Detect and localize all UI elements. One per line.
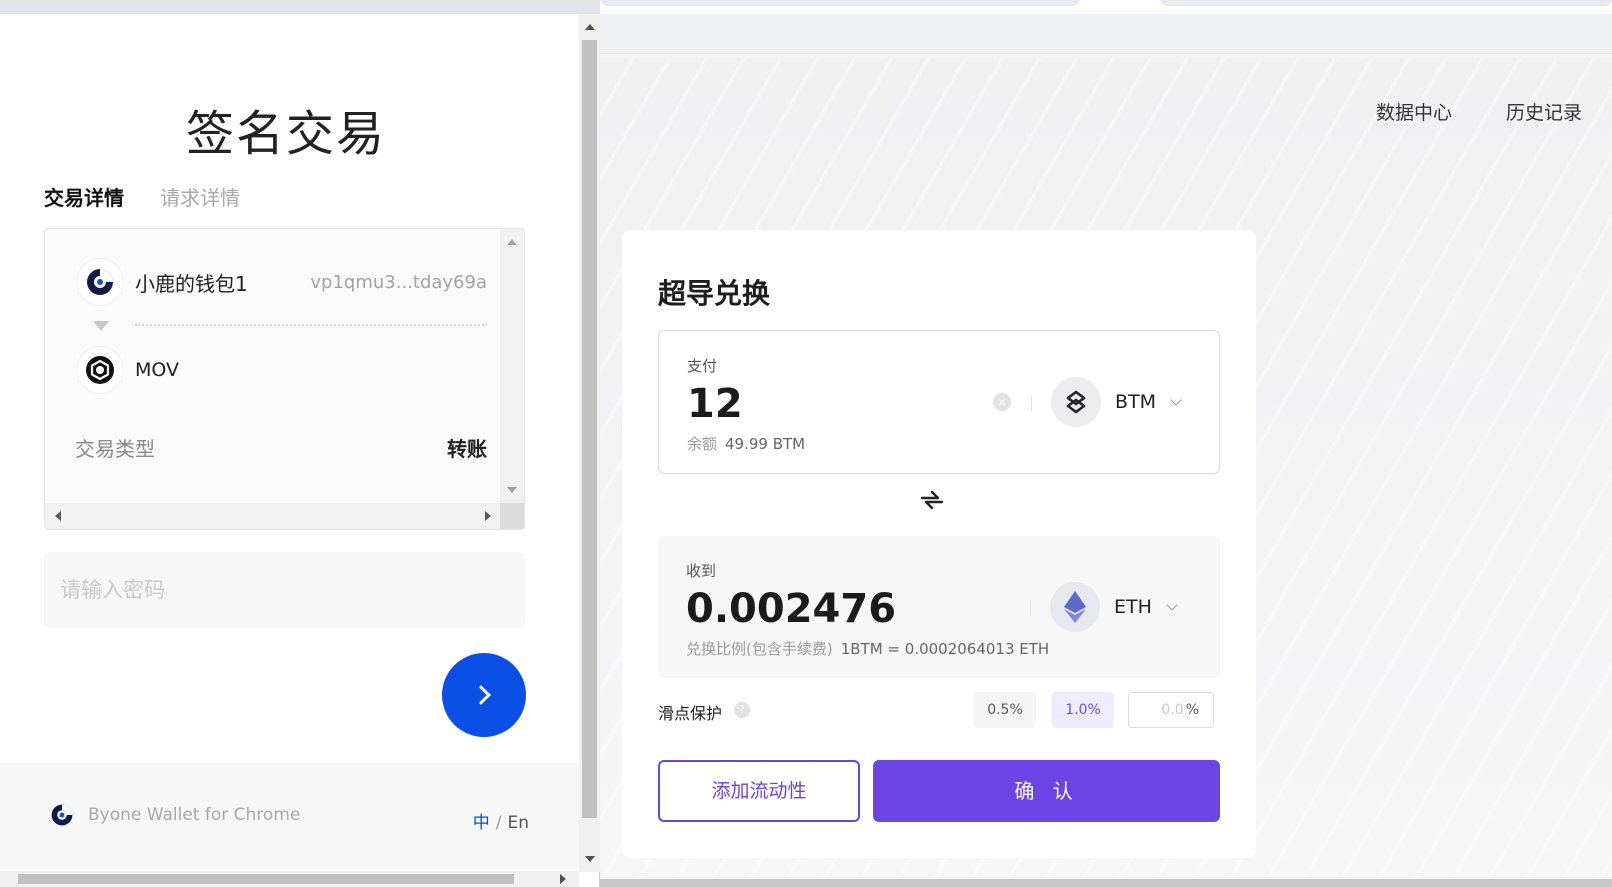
- chevron-down-icon: [1170, 394, 1182, 406]
- browser-toolbar: [600, 14, 1612, 54]
- tx-type-row: 交易类型 转账: [75, 433, 487, 462]
- divider: [1031, 395, 1032, 411]
- top-nav: 数据中心 历史记录: [1376, 98, 1582, 125]
- page-scrollbar[interactable]: [600, 879, 1612, 887]
- scroll-right-icon[interactable]: [560, 874, 566, 884]
- popup-scrollbar-vertical[interactable]: [579, 14, 600, 872]
- rate-label: 兑换比例(包含手续费): [686, 640, 833, 658]
- receive-token-selector[interactable]: ETH: [1050, 582, 1178, 632]
- nav-data-center[interactable]: 数据中心: [1376, 98, 1452, 125]
- tx-type-label: 交易类型: [75, 437, 155, 461]
- slippage-label: 滑点保护: [658, 704, 723, 723]
- receive-amount: 0.002476: [686, 586, 897, 632]
- rate-line: 兑换比例(包含手续费) 1BTM = 0.0002064013 ETH: [686, 638, 1049, 659]
- balance-label: 余额: [687, 435, 718, 453]
- slippage-custom-placeholder: 0.0: [1161, 702, 1184, 718]
- receive-box: 收到 0.002476 兑换比例(包含手续费) 1BTM = 0.00020640…: [658, 536, 1220, 678]
- pay-token-selector[interactable]: BTM: [1051, 377, 1182, 427]
- add-liquidity-button[interactable]: 添加流动性: [658, 760, 860, 822]
- byone-logo-icon: [51, 804, 73, 826]
- pay-amount-input[interactable]: 12: [687, 381, 743, 427]
- balance-value: 49.99 BTM: [725, 435, 806, 453]
- clear-icon[interactable]: ×: [993, 393, 1011, 411]
- nav-history[interactable]: 历史记录: [1506, 98, 1582, 125]
- rate-value: 1BTM = 0.0002064013 ETH: [840, 640, 1050, 658]
- scroll-down-icon[interactable]: [507, 487, 517, 493]
- browser-tab[interactable]: [600, 0, 1080, 6]
- popup-scrollbar-horizontal[interactable]: [0, 871, 579, 887]
- slippage-custom-unit: %: [1185, 702, 1199, 718]
- swap-title: 超导兑换: [658, 277, 771, 310]
- scroll-down-icon[interactable]: [585, 856, 595, 862]
- slippage-option-1-0[interactable]: 1.0%: [1052, 692, 1114, 728]
- btm-token-icon: [1051, 377, 1101, 427]
- lang-separator: /: [495, 813, 502, 833]
- confirm-button[interactable]: 确 认: [873, 760, 1220, 822]
- footer-text: Byone Wallet for Chrome: [88, 805, 301, 825]
- scroll-up-icon[interactable]: [585, 24, 595, 30]
- slippage-row: 滑点保护 ? 0.5% 1.0% 0.0%: [658, 692, 1220, 728]
- wallet-popup: 签名交易 交易详情 请求详情 小鹿的钱包1 vp1qmu3...tday69a: [0, 0, 600, 887]
- scroll-right-icon[interactable]: [485, 511, 491, 521]
- help-icon[interactable]: ?: [734, 702, 750, 718]
- asset-row: MOV: [77, 347, 179, 393]
- eth-token-icon: [1050, 582, 1100, 632]
- popup-footer: Byone Wallet for Chrome 中 / En: [0, 763, 579, 871]
- divider: [135, 324, 487, 326]
- browser-tab-strip: [600, 0, 1612, 14]
- asset-name: MOV: [135, 359, 180, 381]
- detail-scrollbar-vertical[interactable]: [500, 229, 524, 503]
- page-title: 签名交易: [185, 106, 386, 162]
- wallet-address: vp1qmu3...tday69a: [310, 271, 487, 293]
- scroll-left-icon[interactable]: [55, 511, 61, 521]
- arrow-down-icon: [93, 321, 109, 331]
- slippage-option-0-5[interactable]: 0.5%: [974, 692, 1036, 728]
- tab-transaction-details[interactable]: 交易详情: [44, 182, 124, 211]
- detail-scrollbar-horizontal[interactable]: [45, 503, 500, 529]
- from-wallet-row: 小鹿的钱包1 vp1qmu3...tday69a: [77, 259, 487, 305]
- scroll-up-icon[interactable]: [507, 239, 517, 245]
- tx-type-value: 转账: [447, 437, 487, 461]
- slippage-custom-input[interactable]: 0.0%: [1128, 692, 1214, 728]
- divider: [1030, 600, 1031, 616]
- next-button[interactable]: [442, 653, 526, 737]
- receive-token-name: ETH: [1114, 596, 1152, 618]
- swap-direction-icon[interactable]: [918, 486, 946, 514]
- password-input[interactable]: [44, 552, 525, 628]
- lang-en[interactable]: En: [507, 813, 529, 833]
- detail-tabs: 交易详情 请求详情: [44, 182, 240, 211]
- scrollbar-corner: [500, 503, 524, 529]
- byone-logo-icon: [77, 259, 123, 305]
- popup-titlebar: [0, 0, 600, 14]
- scrollbar-thumb[interactable]: [18, 874, 514, 884]
- pay-box: 支付 12 余额 49.99 BTM × BTM: [658, 330, 1220, 474]
- footer-brand: Byone Wallet for Chrome: [50, 803, 300, 827]
- chevron-right-icon: [471, 685, 491, 705]
- swap-card: 超导兑换 支付 12 余额 49.99 BTM × BTM 收到 0.00247…: [622, 230, 1256, 858]
- pay-label: 支付: [687, 357, 718, 375]
- language-switch: 中 / En: [473, 808, 529, 833]
- browser-tab[interactable]: [1160, 0, 1612, 6]
- tab-request-details[interactable]: 请求详情: [160, 182, 240, 211]
- balance-line: 余额 49.99 BTM: [687, 433, 805, 454]
- transaction-detail-box: 小鹿的钱包1 vp1qmu3...tday69a MOV 交易类型 转账: [44, 228, 525, 530]
- mov-token-icon: [77, 347, 123, 393]
- lang-zh[interactable]: 中: [473, 813, 490, 833]
- scrollbar-thumb[interactable]: [582, 40, 597, 818]
- wallet-name: 小鹿的钱包1: [135, 271, 248, 296]
- chevron-down-icon: [1166, 599, 1178, 611]
- pay-token-name: BTM: [1115, 391, 1157, 413]
- detail-content: 小鹿的钱包1 vp1qmu3...tday69a MOV 交易类型 转账: [45, 229, 500, 503]
- receive-label: 收到: [686, 562, 717, 580]
